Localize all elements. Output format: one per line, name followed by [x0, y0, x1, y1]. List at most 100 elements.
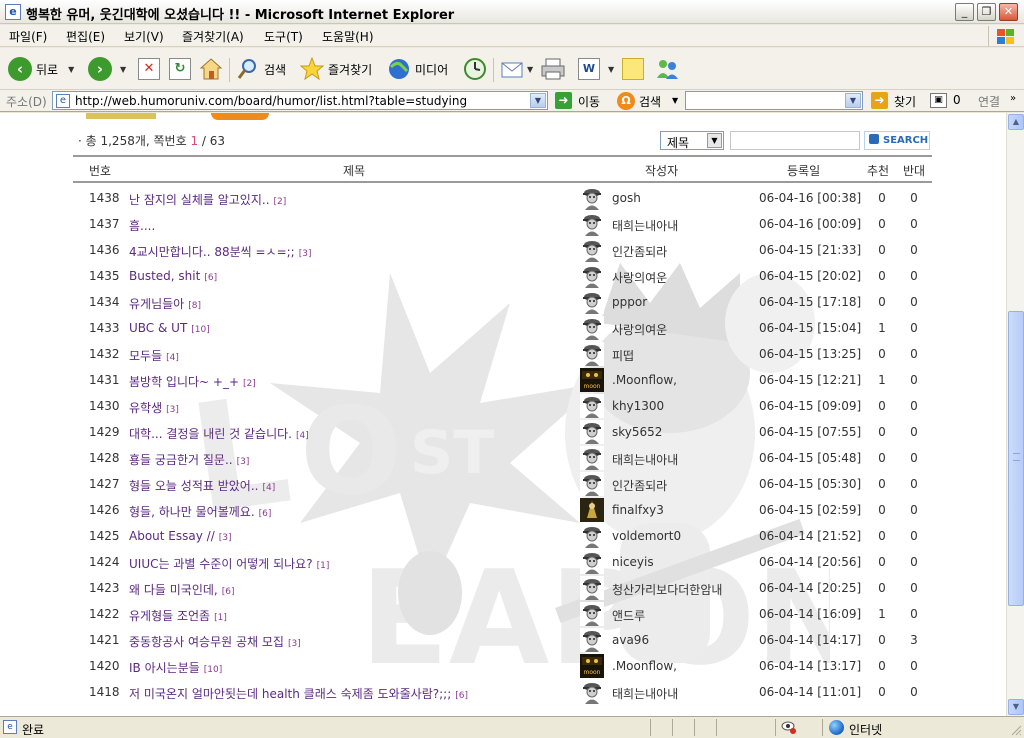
history-button[interactable]	[463, 55, 487, 83]
popup-blocker-icon[interactable]: ▣	[930, 93, 947, 108]
post-title-link[interactable]: 저 미국온지 얼마안됫는데 health 클래스 숙제좀 도와줄사람?;;; [6…	[129, 685, 468, 702]
post-title[interactable]: 모두들	[129, 349, 162, 363]
post-title[interactable]: 유게형들 조언좀	[129, 609, 210, 623]
author-avatar-icon[interactable]	[580, 498, 604, 522]
post-title[interactable]: 난 잠지의 실체를 알고있지..	[129, 193, 270, 207]
comment-count[interactable]: [6]	[204, 273, 217, 283]
post-title[interactable]: 대학... 결정을 내린 것 같습니다.	[129, 427, 292, 441]
post-author[interactable]: 사랑의여운	[612, 269, 667, 286]
author-avatar-icon[interactable]	[580, 394, 604, 418]
post-title-link[interactable]: 난 잠지의 실체를 알고있지.. [2]	[129, 191, 286, 208]
address-dropdown-icon[interactable]: ▼	[530, 93, 546, 108]
post-title-link[interactable]: 형들 오늘 성적표 받았어.. [4]	[129, 477, 275, 494]
post-title-link[interactable]: UBC & UT [10]	[129, 321, 210, 335]
post-title[interactable]: 형들, 하나만 물어볼께요.	[129, 505, 255, 519]
scroll-down-icon[interactable]: ▼	[1008, 699, 1024, 715]
post-title-link[interactable]: 형들, 하나만 물어볼께요. [6]	[129, 503, 271, 520]
comment-count[interactable]: [3]	[219, 533, 232, 543]
favorites-button[interactable]: 즐겨찾기	[300, 55, 372, 83]
close-button[interactable]: ✕	[999, 3, 1018, 21]
post-title-link[interactable]: 4교시만합니다.. 88분씩 =ㅅ=;; [3]	[129, 243, 311, 260]
links-label[interactable]: 연결	[978, 93, 1000, 110]
forward-dropdown-icon[interactable]: ▼	[120, 65, 126, 74]
post-author[interactable]: 인간좀되라	[612, 243, 667, 260]
comment-count[interactable]: [10]	[204, 665, 222, 675]
author-avatar-icon[interactable]: moon	[580, 654, 604, 678]
post-title[interactable]: 횽들 궁금한거 질문..	[129, 453, 233, 467]
post-title[interactable]: 형들 오늘 성적표 받았어..	[129, 479, 258, 493]
post-author[interactable]: gosh	[612, 191, 641, 205]
scroll-up-icon[interactable]: ▲	[1008, 114, 1024, 130]
comment-count[interactable]: [2]	[274, 197, 287, 207]
post-author[interactable]: ava96	[612, 633, 649, 647]
edit-dropdown-icon[interactable]: ▼	[608, 65, 614, 74]
post-title[interactable]: 저 미국온지 얼마안됫는데 health 클래스 숙제좀 도와줄사람?;;;	[129, 687, 451, 701]
comment-count[interactable]: [4]	[296, 431, 309, 441]
author-avatar-icon[interactable]	[580, 550, 604, 574]
post-author[interactable]: 사랑의여운	[612, 321, 667, 338]
post-title-link[interactable]: 유게님들아 [8]	[129, 295, 201, 312]
post-title-link[interactable]: IB 아시는분들 [10]	[129, 659, 222, 676]
post-title-link[interactable]: 유학생 [3]	[129, 399, 179, 416]
post-title-link[interactable]: 대학... 결정을 내린 것 같습니다. [4]	[129, 425, 309, 442]
post-title-link[interactable]: About Essay // [3]	[129, 529, 231, 543]
back-dropdown-icon[interactable]: ▼	[68, 65, 74, 74]
messenger-button[interactable]	[654, 55, 680, 83]
post-title-link[interactable]: 유게형들 조언좀 [1]	[129, 607, 227, 624]
search-field-select[interactable]: 제목 ▼	[660, 131, 724, 150]
post-title-link[interactable]: 왜 다들 미국인데, [6]	[129, 581, 234, 598]
author-avatar-icon[interactable]	[580, 316, 604, 340]
stop-button[interactable]: ✕	[138, 55, 160, 83]
forward-button[interactable]: › ▼	[88, 55, 126, 83]
comment-count[interactable]: [2]	[243, 379, 256, 389]
post-author[interactable]: voldemort0	[612, 529, 681, 543]
minimize-button[interactable]: _	[955, 3, 974, 21]
print-button[interactable]	[540, 55, 566, 83]
post-title[interactable]: 왜 다들 미국인데,	[129, 583, 218, 597]
search-button[interactable]: 검색	[236, 55, 286, 83]
menu-view[interactable]: 보기(V)	[124, 28, 164, 45]
post-author[interactable]: 태희는내아내	[612, 451, 678, 468]
post-title[interactable]: 중동항공사 여승무원 공채 모집	[129, 635, 284, 649]
author-avatar-icon[interactable]	[580, 186, 604, 210]
post-author[interactable]: .Moonflow,	[612, 373, 677, 387]
post-title[interactable]: 유학생	[129, 401, 162, 415]
search-bar-label[interactable]: 검색	[639, 93, 661, 110]
post-title[interactable]: 유게님들아	[129, 297, 184, 311]
post-author[interactable]: pppor	[612, 295, 647, 309]
post-title[interactable]: UBC & UT	[129, 321, 187, 335]
post-title-link[interactable]: 모두들 [4]	[129, 347, 179, 364]
author-avatar-icon[interactable]	[580, 472, 604, 496]
find-button[interactable]: 찾기	[894, 93, 916, 110]
post-title[interactable]: 봄방학 입니다~ +_+	[129, 375, 239, 389]
post-author[interactable]: 앤드루	[612, 607, 645, 624]
mail-dropdown-icon[interactable]: ▼	[527, 65, 533, 74]
search-bar-dropdown-icon[interactable]: ▼	[672, 96, 678, 105]
resize-grip-icon[interactable]	[1010, 724, 1022, 736]
author-avatar-icon[interactable]	[580, 290, 604, 314]
post-title-link[interactable]: UIUC는 과별 수준이 어떻게 되나요? [1]	[129, 555, 329, 572]
post-author[interactable]: finalfxy3	[612, 503, 664, 517]
comment-count[interactable]: [4]	[262, 483, 275, 493]
comment-count[interactable]: [4]	[166, 353, 179, 363]
menu-favorites[interactable]: 즐겨찾기(A)	[182, 28, 244, 45]
post-title[interactable]: About Essay //	[129, 529, 215, 543]
author-avatar-icon[interactable]	[580, 212, 604, 236]
restore-button[interactable]: ❐	[977, 3, 996, 21]
comment-count[interactable]: [10]	[191, 325, 209, 335]
post-author[interactable]: 태희는내아내	[612, 685, 678, 702]
post-author[interactable]: .Moonflow,	[612, 659, 677, 673]
discuss-button[interactable]	[622, 55, 644, 83]
vertical-scrollbar[interactable]: ▲ ▼	[1006, 113, 1024, 716]
comment-count[interactable]: [3]	[288, 639, 301, 649]
menu-edit[interactable]: 편집(E)	[66, 28, 105, 45]
comment-count[interactable]: [1]	[214, 613, 227, 623]
post-title-link[interactable]: 봄방학 입니다~ +_+ [2]	[129, 373, 256, 390]
author-avatar-icon[interactable]	[580, 602, 604, 626]
post-author[interactable]: 태희는내아내	[612, 217, 678, 234]
comment-count[interactable]: [3]	[237, 457, 250, 467]
author-avatar-icon[interactable]	[580, 420, 604, 444]
refresh-button[interactable]: ↻	[169, 55, 191, 83]
comment-count[interactable]: [3]	[299, 249, 312, 259]
post-title[interactable]: Busted, shit	[129, 269, 200, 283]
